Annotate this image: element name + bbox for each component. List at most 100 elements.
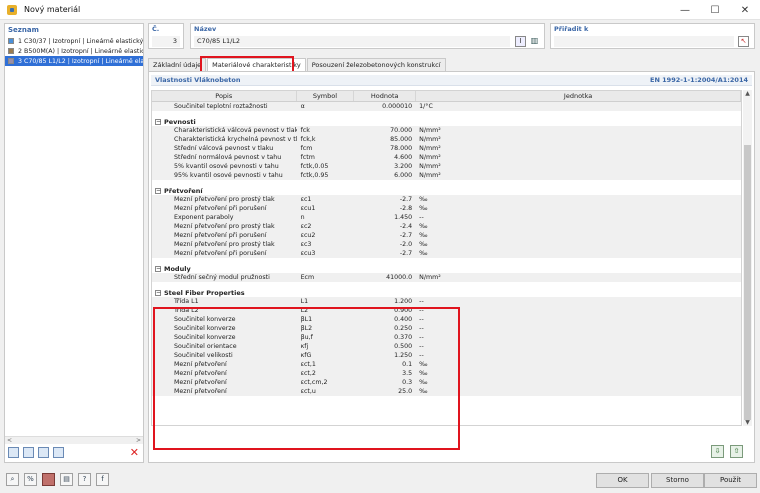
group-title: Pevnosti [164, 117, 196, 126]
table-row[interactable]: Třída L1 L1 1.200 -- [152, 297, 741, 306]
row-description: Mezní přetvoření při porušení [174, 250, 267, 257]
collapse-icon[interactable]: − [155, 265, 161, 272]
row-symbol: εc1 [300, 196, 312, 203]
row-value: 3.200 [394, 163, 413, 170]
name-input[interactable]: C70/85 L1/L2 [194, 36, 510, 47]
table-row[interactable]: Charakteristická válcová pevnost v tlaku… [152, 126, 741, 135]
table-row[interactable]: Součinitel teplotní roztažnosti α 0.000010… [152, 102, 741, 111]
tab-2[interactable]: Posouzení železobetonových konstrukcí [306, 58, 446, 71]
scroll-down-icon[interactable]: ▼ [743, 419, 752, 426]
export-table-icon[interactable]: ⇩ [711, 445, 724, 458]
table-row[interactable]: 5% kvantil osové pevnosti v tahu fctk,0.0… [152, 162, 741, 171]
edit-name-icon[interactable]: I [515, 36, 526, 47]
color-icon[interactable] [42, 473, 55, 486]
cancel-button[interactable]: Storno [651, 473, 704, 488]
name-label: Název [194, 25, 217, 33]
number-input[interactable]: 3 [152, 36, 180, 47]
row-unit: ‰ [419, 361, 428, 368]
table-row[interactable]: Mezní přetvoření při porušení εcu3 -2.7 ‰ [152, 249, 741, 258]
row-value: 1.200 [394, 298, 413, 305]
table-row[interactable]: Střední sečný modul pružnosti Ecm 41000.0 N… [152, 273, 741, 282]
norm-label: EN 1992-1-1:2004/A1:2014 [650, 76, 748, 84]
list-item-label: 3 C70/85 L1/L2 | Izotropní | Lineárně el… [18, 57, 143, 65]
table-row[interactable]: Mezní přetvoření při porušení εcu1 -2.8 ‰ [152, 204, 741, 213]
row-unit: -- [419, 352, 424, 359]
search-icon[interactable]: ⌕ [6, 473, 19, 486]
group-header[interactable]: − Přetvoření [152, 186, 741, 195]
collapse-icon[interactable]: − [155, 289, 161, 296]
list-item-label: 2 B500M(A) | Izotropní | Lineárně elasti… [18, 47, 143, 55]
group-title: Moduly [164, 264, 191, 273]
row-unit: ‰ [419, 370, 428, 377]
group-header[interactable]: − Steel Fiber Properties [152, 288, 741, 297]
scroll-right-icon[interactable]: > [136, 437, 141, 444]
units-icon[interactable]: % [24, 473, 37, 486]
import-table-icon[interactable]: ⇧ [730, 445, 743, 458]
assign-input[interactable] [554, 36, 734, 47]
row-unit: ‰ [419, 250, 428, 257]
row-description: 5% kvantil osové pevnosti v tahu [174, 163, 279, 170]
material-color-swatch [8, 58, 14, 64]
group-header[interactable]: − Moduly [152, 264, 741, 273]
table-row[interactable]: Charakteristická krychelná pevnost v tla… [152, 135, 741, 144]
copy-material-icon[interactable] [23, 447, 34, 458]
row-value: 78.000 [390, 145, 413, 152]
group-header[interactable]: − Pevnosti [152, 117, 741, 126]
steel-fiber-highlight-frame [153, 307, 460, 450]
list-item[interactable]: 3 C70/85 L1/L2 | Izotropní | Lineárně el… [5, 56, 143, 66]
row-unit: N/mm² [419, 145, 441, 152]
row-unit: -- [419, 298, 424, 305]
number-label: Č. [152, 25, 160, 33]
row-description: Střední normálová pevnost v tahu [174, 154, 282, 161]
minimize-button[interactable]: — [670, 0, 700, 20]
sort-icon[interactable] [53, 447, 64, 458]
row-unit: ‰ [419, 223, 428, 230]
row-unit: ‰ [419, 379, 428, 386]
delete-icon[interactable]: ✕ [130, 447, 139, 458]
row-unit: ‰ [419, 388, 428, 395]
row-unit: -- [419, 343, 424, 350]
table-row[interactable]: Mezní přetvoření pro prostý tlak εc3 -2.0 ‰ [152, 240, 741, 249]
group-title: Steel Fiber Properties [164, 288, 245, 297]
check-icon[interactable] [38, 447, 49, 458]
row-value: -2.7 [399, 250, 413, 257]
row-unit: ‰ [419, 196, 428, 203]
row-description: Mezní přetvoření pro prostý tlak [174, 241, 275, 248]
row-description: Charakteristická válcová pevnost v tlaku [174, 127, 297, 134]
row-value: 4.600 [394, 154, 413, 161]
row-symbol: fctk,0.05 [300, 163, 329, 170]
ok-button[interactable]: OK [596, 473, 649, 488]
row-unit: 1/°C [419, 103, 433, 110]
table-row[interactable]: Mezní přetvoření pro prostý tlak εc2 -2.4 ‰ [152, 222, 741, 231]
scroll-up-icon[interactable]: ▲ [743, 90, 752, 97]
scroll-left-icon[interactable]: < [7, 437, 12, 444]
help-icon[interactable]: ? [78, 473, 91, 486]
maximize-button[interactable]: ☐ [700, 0, 730, 20]
tab-0[interactable]: Základní údaje [148, 58, 207, 71]
pick-icon[interactable]: ↖ [738, 36, 749, 47]
table-row[interactable]: 95% kvantil osové pevnosti v tahu fctk,0.… [152, 171, 741, 180]
list-item[interactable]: 1 C30/37 | Izotropní | Lineárně elastick… [5, 36, 143, 46]
table-row[interactable]: Střední normálová pevnost v tahu fctm 4.60… [152, 153, 741, 162]
row-unit: -- [419, 325, 424, 332]
row-description: Mezní přetvoření pro prostý tlak [174, 196, 275, 203]
collapse-icon[interactable]: − [155, 118, 161, 125]
collapse-icon[interactable]: − [155, 187, 161, 194]
apply-button[interactable]: Použít [704, 473, 757, 488]
properties-icon[interactable]: ▤ [60, 473, 73, 486]
list-item[interactable]: 2 B500M(A) | Izotropní | Lineárně elasti… [5, 46, 143, 56]
library-icon[interactable]: ▥ [529, 36, 540, 47]
table-row[interactable]: Exponent paraboly n 1.450 -- [152, 213, 741, 222]
function-icon[interactable]: f [96, 473, 109, 486]
table-row[interactable]: Mezní přetvoření při porušení εcu2 -2.7 ‰ [152, 231, 741, 240]
row-description: Charakteristická krychelná pevnost v tla… [174, 136, 297, 143]
table-row[interactable]: Střední válcová pevnost v tlaku fcm 78.000… [152, 144, 741, 153]
new-material-icon[interactable] [8, 447, 19, 458]
list-horizontal-scrollbar[interactable]: < > [5, 436, 143, 444]
table-vertical-scrollbar[interactable]: ▲ ▼ [743, 90, 752, 426]
list-toolbar: ✕ [5, 445, 143, 460]
scrollbar-thumb[interactable] [744, 145, 751, 420]
row-description: Střední válcová pevnost v tlaku [174, 145, 274, 152]
table-row[interactable]: Mezní přetvoření pro prostý tlak εc1 -2.7 ‰ [152, 195, 741, 204]
close-button[interactable]: ✕ [730, 0, 760, 20]
